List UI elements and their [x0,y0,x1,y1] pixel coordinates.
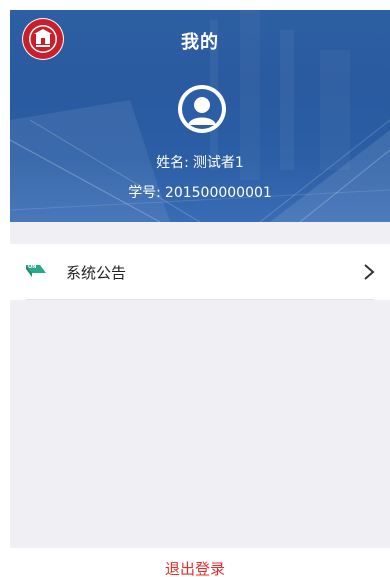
name-label: 姓名: [156,155,189,171]
profile-page: 我的 姓名: 测试者1 学号: 201500000001 ON 系统公告 退出登… [0,0,390,577]
student-id-line: 学号: 201500000001 [10,182,390,202]
menu-item-label: 系统公告 [66,264,127,282]
logout-button[interactable]: 退出登录 [0,558,390,577]
menu-item-announcements[interactable]: ON 系统公告 [10,244,390,300]
announcement-icon: ON [24,259,48,283]
student-id-value: 201500000001 [164,185,272,201]
profile-header: 我的 姓名: 测试者1 学号: 201500000001 [10,10,390,222]
empty-content-area [10,300,390,548]
section-spacer [10,222,390,244]
user-avatar-icon[interactable] [176,83,228,135]
svg-text:ON: ON [28,264,36,270]
page-title: 我的 [181,32,219,53]
chevron-right-icon [362,262,376,282]
name-value: 测试者1 [192,155,244,171]
student-id-label: 学号: [128,185,161,201]
user-name-line: 姓名: 测试者1 [10,152,390,172]
